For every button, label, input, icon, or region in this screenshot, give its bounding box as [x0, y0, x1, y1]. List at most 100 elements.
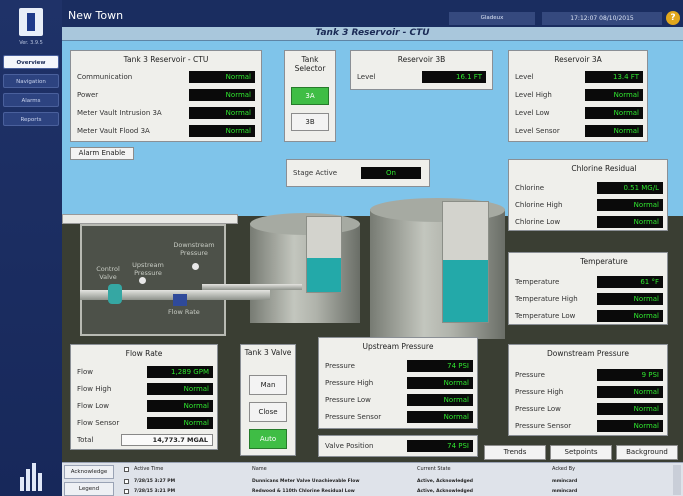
- tank-3b-button[interactable]: 3B: [291, 113, 329, 131]
- temperature-value: Normal: [597, 310, 663, 322]
- nav-alarms[interactable]: Alarms: [3, 93, 59, 107]
- temperature-panel: Temperature Temperature 61 °F Temperatur…: [508, 252, 668, 325]
- background-button[interactable]: Background: [616, 445, 678, 460]
- reservoir-3b-level-value: 16.1 FT: [422, 71, 486, 83]
- chlorine-panel: Chlorine Residual Chlorine 0.51 MG/L Chl…: [508, 159, 668, 231]
- alarm-scrollbar[interactable]: [673, 465, 681, 495]
- tank-3a-level-gauge: [306, 216, 342, 293]
- res3a-value: Normal: [585, 89, 643, 101]
- downstream-label: Pressure Sensor: [515, 422, 572, 430]
- alarm-enable-button[interactable]: Alarm Enable: [70, 147, 134, 160]
- valve-close-button[interactable]: Close: [249, 402, 287, 422]
- flow-value: Normal: [147, 383, 213, 395]
- version-label: Ver. 3.9.5: [19, 40, 43, 46]
- label-downstream: Downstream Pressure: [173, 241, 215, 257]
- alarm-name: Dunnicans Meter Valve Unachievable Flow: [252, 479, 360, 484]
- chlorine-label: Chlorine High: [515, 201, 563, 209]
- valve-manual-button[interactable]: Man: [249, 375, 287, 395]
- reservoir-3a-panel: Reservoir 3A Level 13.4 FT Level High No…: [508, 50, 648, 142]
- alarm-row-checkbox[interactable]: [124, 489, 129, 494]
- chlorine-value: Normal: [597, 199, 663, 211]
- ctu-label: Meter Vault Flood 3A: [77, 127, 150, 135]
- ctu-value: Normal: [189, 71, 255, 83]
- ctu-panel: Tank 3 Reservoir - CTU Communication Nor…: [70, 50, 262, 142]
- stage-active-panel: Stage Active On: [286, 159, 430, 187]
- flow-value: Normal: [147, 417, 213, 429]
- flow-value: Normal: [147, 400, 213, 412]
- alarm-state: Active, Acknowledged: [417, 479, 474, 484]
- upstream-label: Pressure Sensor: [325, 413, 382, 421]
- main-canvas: Downstream Pressure Control Valve Upstre…: [62, 41, 683, 462]
- help-icon[interactable]: ?: [666, 11, 680, 25]
- alarm-bar: Acknowledge Legend Active Time Name Curr…: [62, 462, 683, 496]
- flow-label: Flow: [77, 368, 93, 376]
- label-control-valve: Control Valve: [96, 265, 120, 281]
- alarm-time: 7/28/15 3:27 PM: [134, 479, 176, 484]
- ctu-value: Normal: [189, 125, 255, 137]
- nav-navigation[interactable]: Navigation: [3, 74, 59, 88]
- valve-auto-button[interactable]: Auto: [249, 429, 287, 449]
- valve-title: Tank 3 Valve: [244, 348, 292, 357]
- flow-total-label: Total: [77, 436, 94, 444]
- valve-position-value: 74 PSI: [407, 440, 473, 452]
- nav-overview[interactable]: Overview: [3, 55, 59, 69]
- app-title: New Town: [68, 9, 124, 22]
- col-name[interactable]: Name: [252, 466, 267, 472]
- acknowledge-button[interactable]: Acknowledge: [64, 465, 114, 479]
- control-valve-icon[interactable]: [108, 284, 122, 304]
- alarm-row-checkbox[interactable]: [124, 479, 129, 484]
- upstream-value: Normal: [407, 411, 473, 423]
- setpoints-button[interactable]: Setpoints: [550, 445, 612, 460]
- temperature-value: Normal: [597, 293, 663, 305]
- title-bar: Tank 3 Reservoir - CTU: [62, 27, 683, 41]
- tank-3b-level-gauge: [442, 201, 489, 323]
- sidebar: Ver. 3.9.5 Overview Navigation Alarms Re…: [0, 0, 62, 496]
- upstream-gauge-icon: [139, 277, 146, 284]
- select-all-checkbox[interactable]: [124, 467, 129, 472]
- temperature-label: Temperature: [515, 278, 560, 286]
- upstream-label: Pressure Low: [325, 396, 371, 404]
- res3a-label: Level Low: [515, 109, 550, 117]
- chlorine-label: Chlorine Low: [515, 218, 561, 226]
- label-upstream: Upstream Pressure: [132, 261, 164, 277]
- downstream-title: Downstream Pressure: [547, 349, 629, 358]
- temperature-label: Temperature Low: [515, 312, 576, 320]
- user-display[interactable]: Gladeux: [449, 12, 535, 25]
- nav-reports[interactable]: Reports: [3, 112, 59, 126]
- flow-total-value: 14,773.7 MGAL: [121, 434, 213, 446]
- tank-3b-water: [443, 259, 488, 322]
- upstream-panel: Upstream Pressure Pressure 74 PSI Pressu…: [318, 337, 478, 429]
- upstream-value: 74 PSI: [407, 360, 473, 372]
- flow-rate-title: Flow Rate: [125, 349, 163, 358]
- reservoir-3b-level-label: Level: [357, 73, 376, 81]
- col-active-time[interactable]: Active Time: [134, 466, 163, 472]
- header: New Town Gladeux 17:12:07 08/10/2015 ?: [62, 0, 683, 27]
- vault-roof: [62, 214, 238, 224]
- downstream-label: Pressure High: [515, 388, 564, 396]
- col-current-state[interactable]: Current State: [417, 466, 451, 472]
- upstream-title: Upstream Pressure: [362, 342, 434, 351]
- company-logo-icon: [20, 463, 44, 491]
- upper-pipe: [202, 284, 302, 290]
- legend-button[interactable]: Legend: [64, 482, 114, 496]
- trends-button[interactable]: Trends: [484, 445, 546, 460]
- tank-3a-water: [307, 258, 341, 292]
- app-logo-icon: [19, 8, 43, 36]
- valve-position-label: Valve Position: [325, 442, 374, 450]
- upstream-label: Pressure High: [325, 379, 374, 387]
- downstream-label: Pressure: [515, 371, 545, 379]
- chlorine-title: Chlorine Residual: [571, 164, 637, 173]
- alarm-acked-by: mmincard: [552, 479, 578, 484]
- label-flow-rate: Flow Rate: [168, 308, 200, 316]
- chlorine-value: 0.51 MG/L: [597, 182, 663, 194]
- col-acked-by[interactable]: Acked By: [552, 466, 575, 472]
- flow-label: Flow Low: [77, 402, 109, 410]
- stage-active-value: On: [361, 167, 421, 179]
- tank-3a-button[interactable]: 3A: [291, 87, 329, 105]
- temperature-label: Temperature High: [515, 295, 578, 303]
- ctu-label: Power: [77, 91, 99, 99]
- alarm-state: Active, Acknowledged: [417, 489, 474, 494]
- ctu-label: Communication: [77, 73, 133, 81]
- res3a-label: Level High: [515, 91, 552, 99]
- ctu-value: Normal: [189, 89, 255, 101]
